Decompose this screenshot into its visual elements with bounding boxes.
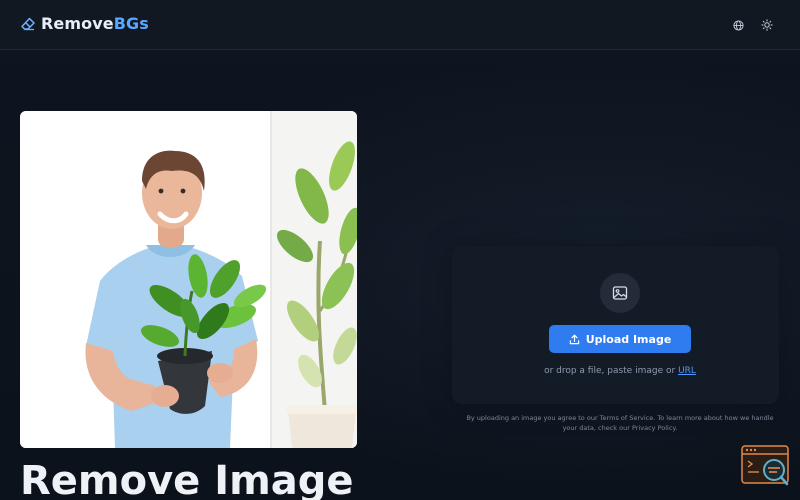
upload-button-label: Upload Image bbox=[585, 332, 672, 346]
hero-example-image bbox=[20, 111, 357, 448]
url-link[interactable]: URL bbox=[678, 366, 696, 376]
hero-title: Remove Image bbox=[20, 458, 354, 500]
drop-hint-text: or drop a file, paste image or bbox=[544, 366, 676, 376]
image-icon bbox=[612, 286, 628, 300]
image-placeholder bbox=[600, 273, 640, 313]
support-chat-widget[interactable] bbox=[741, 445, 791, 487]
theme-toggle-button[interactable] bbox=[757, 15, 777, 35]
language-button[interactable] bbox=[728, 15, 748, 35]
upload-image-button[interactable]: Upload Image bbox=[549, 325, 691, 353]
eraser-icon bbox=[21, 17, 35, 30]
man-with-plant-illustration bbox=[20, 111, 357, 448]
brand-name: RemoveBGs bbox=[41, 14, 149, 33]
drop-hint: or drop a file, paste image or URL bbox=[452, 366, 788, 376]
brand-logo[interactable]: RemoveBGs bbox=[20, 14, 149, 33]
upload-icon bbox=[569, 334, 579, 344]
globe-icon bbox=[732, 19, 744, 31]
browser-search-icon bbox=[741, 445, 789, 486]
legal-notice: By uploading an image you agree to our T… bbox=[466, 414, 774, 432]
sun-icon bbox=[761, 19, 773, 31]
top-header: RemoveBGs bbox=[0, 0, 800, 50]
